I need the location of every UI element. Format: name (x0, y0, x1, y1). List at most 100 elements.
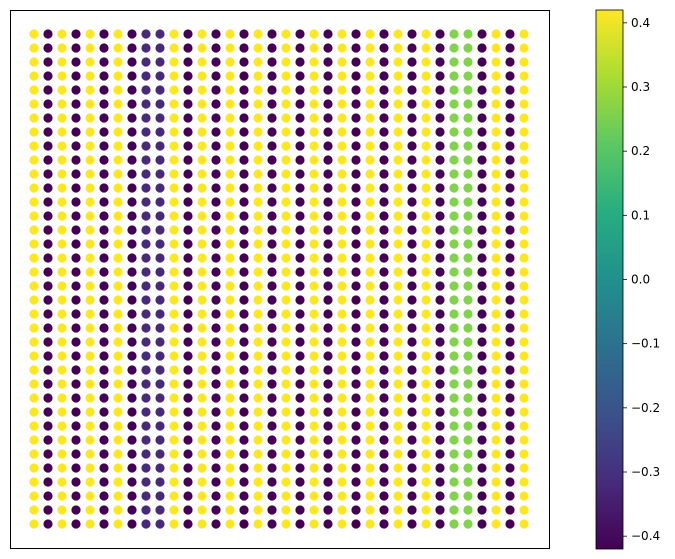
scatter-point (477, 253, 487, 263)
scatter-point (505, 141, 515, 151)
scatter-chart: 0.4 0.3 0.2 0.1 0.0 −0.1 −0.2 −0.3 −0.4 (10, 9, 660, 550)
scatter-point (253, 99, 263, 109)
scatter-point (323, 281, 333, 291)
scatter-point (169, 309, 179, 319)
scatter-point (407, 393, 417, 403)
scatter-point (99, 505, 109, 515)
scatter-point (449, 407, 459, 417)
colorbar-tick-label: 0.1 (631, 208, 650, 222)
scatter-point (449, 295, 459, 305)
scatter-point (169, 463, 179, 473)
scatter-point (99, 29, 109, 39)
scatter-point (477, 211, 487, 221)
scatter-point (281, 85, 291, 95)
scatter-point (211, 197, 221, 207)
scatter-point (281, 113, 291, 123)
scatter-point (225, 463, 235, 473)
scatter-point (393, 253, 403, 263)
scatter-point (197, 57, 207, 67)
scatter-point (281, 393, 291, 403)
scatter-point (421, 477, 431, 487)
scatter-point (29, 127, 39, 137)
scatter-point (309, 463, 319, 473)
scatter-point (253, 71, 263, 81)
scatter-point (491, 295, 501, 305)
scatter-point (85, 99, 95, 109)
scatter-point (225, 351, 235, 361)
scatter-point (281, 491, 291, 501)
scatter-point (239, 295, 249, 305)
scatter-point (197, 99, 207, 109)
scatter-point (113, 127, 123, 137)
scatter-point (155, 281, 165, 291)
scatter-point (295, 491, 305, 501)
scatter-point (463, 113, 473, 123)
scatter-point (85, 337, 95, 347)
scatter-point (155, 449, 165, 459)
scatter-point (211, 225, 221, 235)
scatter-point (85, 365, 95, 375)
scatter-point (519, 505, 529, 515)
scatter-point (323, 309, 333, 319)
scatter-point (141, 141, 151, 151)
scatter-point (337, 477, 347, 487)
scatter-point (113, 169, 123, 179)
scatter-point (29, 183, 39, 193)
scatter-point (71, 71, 81, 81)
scatter-point (43, 225, 53, 235)
scatter-point (57, 127, 67, 137)
scatter-point (505, 393, 515, 403)
scatter-point (155, 407, 165, 417)
scatter-point (211, 505, 221, 515)
scatter-point (99, 169, 109, 179)
scatter-point (85, 323, 95, 333)
scatter-point (155, 183, 165, 193)
scatter-point (421, 407, 431, 417)
scatter-point (421, 295, 431, 305)
scatter-point (183, 99, 193, 109)
scatter-point (449, 421, 459, 431)
scatter-point (169, 29, 179, 39)
scatter-point (281, 519, 291, 529)
scatter-point (477, 99, 487, 109)
scatter-point (239, 407, 249, 417)
scatter-point (281, 211, 291, 221)
scatter-point (491, 267, 501, 277)
scatter-point (71, 183, 81, 193)
scatter-point (435, 351, 445, 361)
scatter-point (477, 407, 487, 417)
scatter-point (379, 407, 389, 417)
scatter-point (155, 29, 165, 39)
scatter-point (211, 169, 221, 179)
scatter-point (281, 57, 291, 67)
scatter-point (295, 43, 305, 53)
scatter-point (57, 505, 67, 515)
scatter-point (323, 393, 333, 403)
scatter-point (169, 351, 179, 361)
scatter-point (239, 477, 249, 487)
scatter-point (407, 435, 417, 445)
scatter-point (323, 379, 333, 389)
scatter-point (113, 393, 123, 403)
scatter-point (281, 281, 291, 291)
scatter-point (407, 71, 417, 81)
scatter-point (85, 253, 95, 263)
scatter-point (421, 323, 431, 333)
scatter-point (43, 169, 53, 179)
scatter-point (323, 197, 333, 207)
scatter-point (337, 225, 347, 235)
scatter-point (43, 379, 53, 389)
scatter-point (435, 211, 445, 221)
scatter-point (29, 113, 39, 123)
scatter-point (491, 379, 501, 389)
scatter-point (519, 141, 529, 151)
scatter-point (127, 505, 137, 515)
scatter-point (239, 169, 249, 179)
scatter-point (463, 365, 473, 375)
scatter-point (421, 225, 431, 235)
scatter-point (225, 309, 235, 319)
scatter-point (281, 43, 291, 53)
scatter-point (197, 337, 207, 347)
scatter-point (435, 253, 445, 263)
scatter-point (463, 99, 473, 109)
